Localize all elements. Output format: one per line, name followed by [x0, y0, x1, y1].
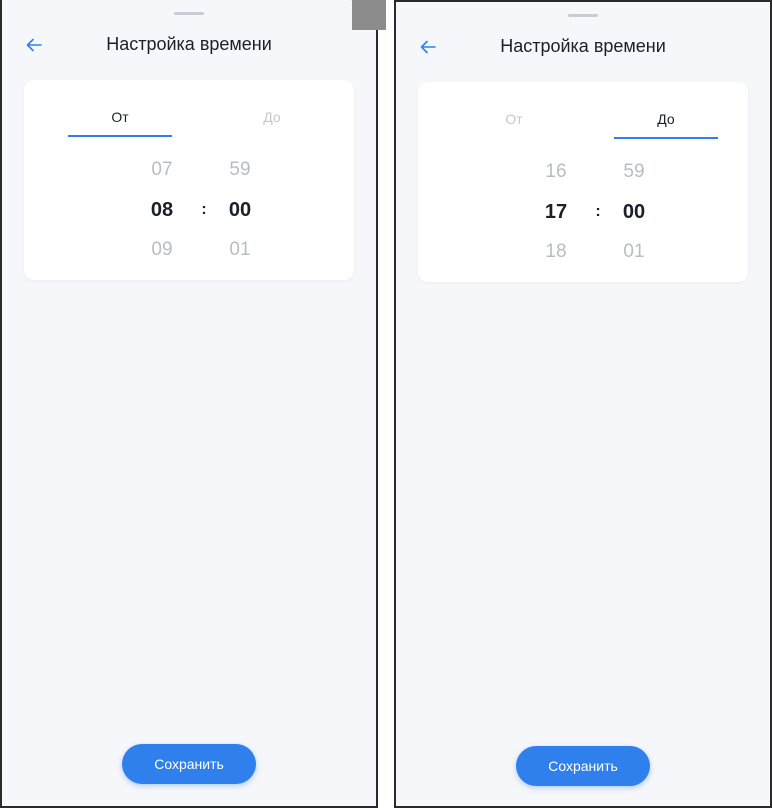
hour-prev[interactable]: 16: [536, 152, 576, 192]
hour-wheel[interactable]: 07 08 09: [142, 150, 182, 270]
tab-from[interactable]: От: [462, 110, 566, 140]
minute-next[interactable]: 01: [220, 230, 260, 270]
hour-selected[interactable]: 08: [142, 190, 182, 230]
minute-wheel[interactable]: 59 00 01: [614, 152, 654, 272]
tab-from-label: От: [111, 109, 129, 125]
minute-next[interactable]: 01: [614, 232, 654, 272]
minute-prev[interactable]: 59: [220, 150, 260, 190]
tabs: От До: [418, 110, 748, 140]
time-wheel: 16 17 18 : 59 00 01: [418, 152, 748, 272]
tab-from-label: От: [505, 111, 523, 127]
minute-wheel[interactable]: 59 00 01: [220, 150, 260, 270]
minute-prev[interactable]: 59: [614, 152, 654, 192]
tab-active-indicator: [614, 137, 718, 139]
tab-to[interactable]: До: [220, 108, 324, 138]
time-wheel: 07 08 09 : 59 00 01: [24, 150, 354, 270]
time-separator: :: [201, 201, 207, 218]
tabs: От До: [24, 108, 354, 138]
minute-selected[interactable]: 00: [220, 190, 260, 230]
time-picker-card: От До 07 08 09 : 59 00 01: [24, 80, 354, 280]
background-edge: [352, 0, 386, 30]
tab-active-indicator: [68, 135, 172, 137]
tab-to-label: До: [657, 111, 675, 127]
screen-from: Настройка времени От До 07 08 09 : 59 00…: [0, 0, 378, 808]
time-separator: :: [595, 203, 601, 220]
tab-from[interactable]: От: [68, 108, 172, 138]
page-title: Настройка времени: [500, 36, 666, 56]
hour-prev[interactable]: 07: [142, 150, 182, 190]
screen-to: Настройка времени От До 16 17 18 : 59 00…: [394, 0, 772, 808]
drag-handle[interactable]: [568, 14, 598, 17]
save-button[interactable]: Сохранить: [516, 746, 650, 786]
tab-to[interactable]: До: [614, 110, 718, 140]
save-button[interactable]: Сохранить: [122, 744, 256, 784]
page-title: Настройка времени: [106, 34, 272, 54]
hour-next[interactable]: 18: [536, 232, 576, 272]
header: Настройка времени: [396, 32, 770, 62]
minute-selected[interactable]: 00: [614, 192, 654, 232]
hour-next[interactable]: 09: [142, 230, 182, 270]
time-picker-card: От До 16 17 18 : 59 00 01: [418, 82, 748, 282]
drag-handle[interactable]: [174, 12, 204, 15]
hour-selected[interactable]: 17: [536, 192, 576, 232]
tab-to-label: До: [263, 109, 281, 125]
header: Настройка времени: [2, 30, 376, 60]
hour-wheel[interactable]: 16 17 18: [536, 152, 576, 272]
